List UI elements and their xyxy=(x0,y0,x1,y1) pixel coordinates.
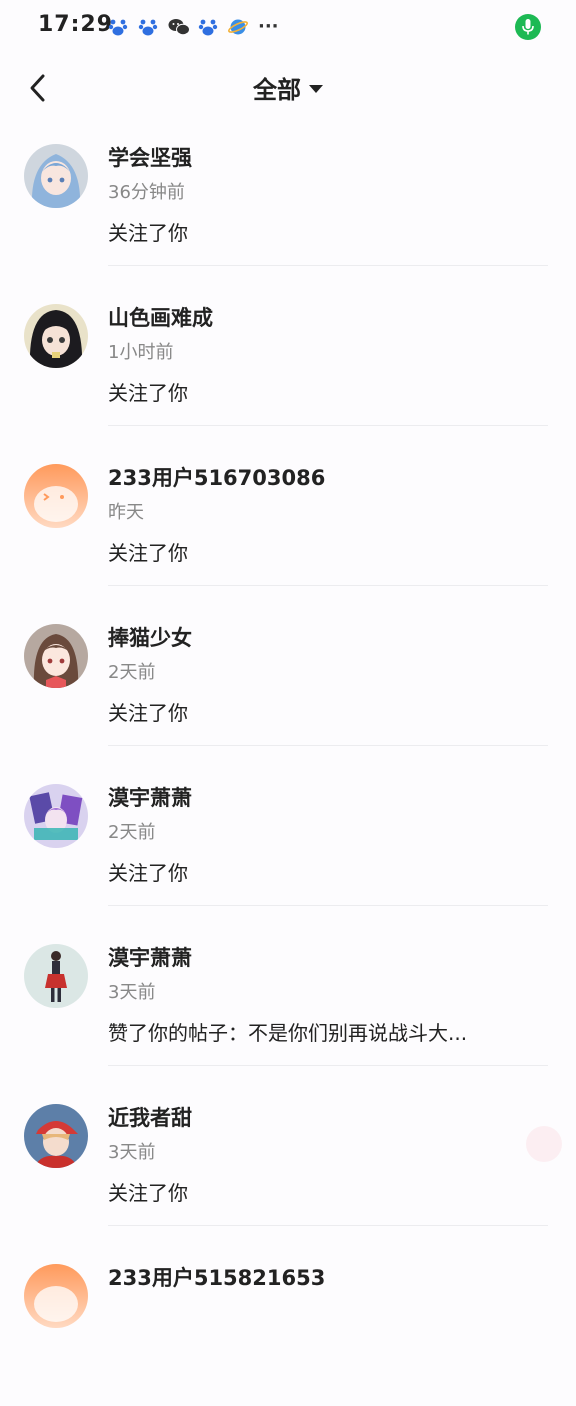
baidu-icon xyxy=(198,17,218,37)
user-name[interactable]: 漠宇萧萧 xyxy=(108,942,192,972)
list-item[interactable]: 学会坚强 36分钟前 关注了你 xyxy=(0,126,576,286)
avatar[interactable] xyxy=(24,144,88,208)
avatar[interactable] xyxy=(24,784,88,848)
divider xyxy=(108,745,548,746)
list-item[interactable]: 近我者甜 3天前 关注了你 xyxy=(0,1086,576,1246)
list-item[interactable]: 233用户516703086 昨天 关注了你 xyxy=(0,446,576,606)
notification-text: 关注了你 xyxy=(108,221,188,245)
timestamp: 3天前 xyxy=(108,1142,156,1163)
timestamp: 昨天 xyxy=(108,502,144,523)
notification-icons: ··· xyxy=(108,14,279,40)
timestamp: 3天前 xyxy=(108,982,156,1003)
user-name[interactable]: 近我者甜 xyxy=(108,1102,192,1132)
divider xyxy=(108,265,548,266)
header: 全部 xyxy=(0,56,576,120)
list-item[interactable]: 233用户515821653 xyxy=(0,1246,576,1406)
baidu-icon xyxy=(108,17,128,37)
avatar[interactable] xyxy=(24,944,88,1008)
user-name[interactable]: 山色画难成 xyxy=(108,302,213,332)
list-item[interactable]: 漠宇萧萧 3天前 赞了你的帖子：不是你们别再说战斗大... xyxy=(0,926,576,1086)
notification-text: 关注了你 xyxy=(108,701,188,725)
floating-heart-icon[interactable] xyxy=(526,1126,562,1162)
timestamp: 36分钟前 xyxy=(108,182,185,203)
user-name[interactable]: 学会坚强 xyxy=(108,142,192,172)
avatar[interactable] xyxy=(24,1264,88,1328)
microphone-icon[interactable] xyxy=(515,14,541,40)
list-item[interactable]: 漠宇萧萧 2天前 关注了你 xyxy=(0,766,576,926)
notification-text: 赞了你的帖子：不是你们别再说战斗大... xyxy=(108,1021,468,1045)
notification-text: 关注了你 xyxy=(108,381,188,405)
timestamp: 2天前 xyxy=(108,822,156,843)
avatar[interactable] xyxy=(24,304,88,368)
notification-text: 关注了你 xyxy=(108,861,188,885)
divider xyxy=(108,425,548,426)
page-title: 全部 xyxy=(253,76,301,104)
filter-dropdown[interactable]: 全部 xyxy=(0,70,576,105)
avatar[interactable] xyxy=(24,464,88,528)
notification-list: 学会坚强 36分钟前 关注了你 山色画难成 1小时前 关注了你 233用户516… xyxy=(0,126,576,1406)
divider xyxy=(108,905,548,906)
notification-text: 关注了你 xyxy=(108,1181,188,1205)
browser-icon xyxy=(228,17,248,37)
wechat-icon xyxy=(168,17,190,37)
baidu-icon xyxy=(138,17,158,37)
status-bar: 17:29 ··· xyxy=(0,0,576,52)
timestamp: 2天前 xyxy=(108,662,156,683)
timestamp: 1小时前 xyxy=(108,342,174,363)
divider xyxy=(108,1225,548,1226)
divider xyxy=(108,585,548,586)
avatar[interactable] xyxy=(24,1104,88,1168)
avatar[interactable] xyxy=(24,624,88,688)
user-name[interactable]: 233用户516703086 xyxy=(108,462,325,492)
list-item[interactable]: 山色画难成 1小时前 关注了你 xyxy=(0,286,576,446)
user-name[interactable]: 漠宇萧萧 xyxy=(108,782,192,812)
status-time: 17:29 xyxy=(38,12,114,37)
more-icon: ··· xyxy=(258,16,279,37)
list-item[interactable]: 捧猫少女 2天前 关注了你 xyxy=(0,606,576,766)
notification-text: 关注了你 xyxy=(108,541,188,565)
user-name[interactable]: 捧猫少女 xyxy=(108,622,192,652)
divider xyxy=(108,1065,548,1066)
user-name[interactable]: 233用户515821653 xyxy=(108,1262,325,1292)
caret-down-icon xyxy=(309,84,323,93)
